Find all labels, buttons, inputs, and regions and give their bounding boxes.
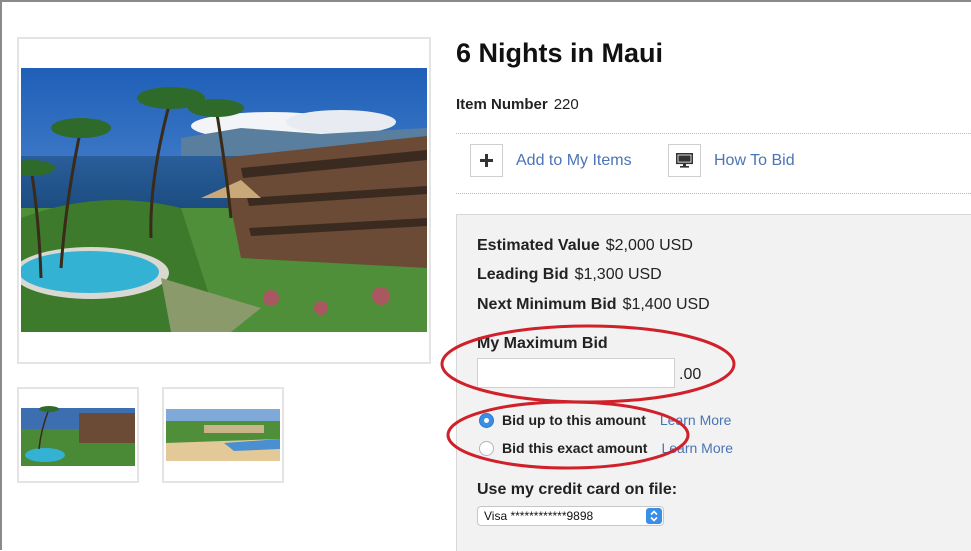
radio-unselected-icon[interactable] xyxy=(479,440,494,456)
thumbnail-1[interactable] xyxy=(17,387,139,483)
estimated-value-row: Estimated Value $2,000 USD xyxy=(477,237,693,255)
leading-bid-value: $1,300 USD xyxy=(574,266,662,283)
monitor-icon xyxy=(668,144,701,177)
radio-selected-icon[interactable] xyxy=(479,412,494,428)
divider-top xyxy=(456,133,971,134)
learn-more-link-1[interactable]: Learn More xyxy=(660,412,732,428)
bid-up-to-label: Bid up to this amount xyxy=(502,412,646,428)
window-border-top xyxy=(0,0,971,2)
main-photo-frame xyxy=(17,37,431,364)
thumbnail-2[interactable] xyxy=(162,387,284,483)
next-minimum-bid-label: Next Minimum Bid xyxy=(477,296,617,313)
bid-type-option-up-to[interactable]: Bid up to this amount Learn More xyxy=(479,412,731,428)
leading-bid-label: Leading Bid xyxy=(477,266,569,283)
add-to-my-items-label: Add to My Items xyxy=(516,151,632,169)
estimated-value: $2,000 USD xyxy=(605,237,693,254)
max-bid-input[interactable] xyxy=(477,358,675,388)
page-title: 6 Nights in Maui xyxy=(456,38,664,68)
add-to-my-items-button[interactable]: Add to My Items xyxy=(470,144,632,177)
divider-bottom xyxy=(456,193,971,194)
item-number-label: Item Number xyxy=(456,96,548,113)
leading-bid-row: Leading Bid $1,300 USD xyxy=(477,266,662,284)
estimated-value-label: Estimated Value xyxy=(477,237,600,254)
credit-card-label: Use my credit card on file: xyxy=(477,481,678,498)
credit-card-select[interactable]: Visa ************9898 xyxy=(477,506,664,526)
plus-icon xyxy=(470,144,503,177)
bid-type-option-exact[interactable]: Bid this exact amount Learn More xyxy=(479,440,733,456)
credit-card-selected-value: Visa ************9898 xyxy=(484,509,594,523)
window-border-left xyxy=(0,0,2,550)
chevron-updown-icon xyxy=(646,508,662,524)
bid-exact-label: Bid this exact amount xyxy=(502,440,648,456)
resort-photo-image xyxy=(21,68,427,332)
how-to-bid-label: How To Bid xyxy=(714,151,795,169)
max-bid-label: My Maximum Bid xyxy=(477,335,608,352)
item-number-value: 220 xyxy=(553,96,579,113)
thumbnail-beach-image xyxy=(164,389,282,481)
max-bid-cents: .00 xyxy=(679,366,702,383)
next-minimum-bid-value: $1,400 USD xyxy=(622,296,710,313)
main-photo[interactable] xyxy=(21,68,427,332)
item-number: Item Number 220 xyxy=(456,96,579,113)
next-minimum-bid-row: Next Minimum Bid $1,400 USD xyxy=(477,296,710,314)
how-to-bid-button[interactable]: How To Bid xyxy=(668,144,795,177)
learn-more-link-2[interactable]: Learn More xyxy=(661,440,733,456)
thumbnail-resort-image xyxy=(19,389,137,481)
